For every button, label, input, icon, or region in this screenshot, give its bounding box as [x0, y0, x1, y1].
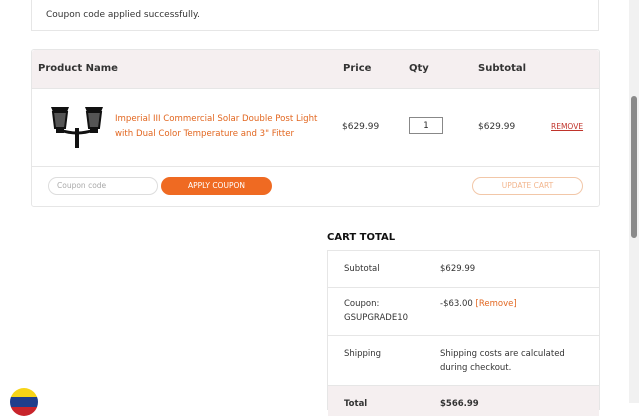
coupon-amount: -$63.00: [440, 299, 473, 309]
coupon-notice: Coupon code applied successfully.: [31, 0, 599, 31]
cart-actions: Coupon code APPLY COUPON UPDATE CART: [32, 167, 599, 207]
item-price: $629.99: [342, 122, 380, 132]
total-row: Total $566.99: [328, 386, 599, 416]
remove-item-link[interactable]: REMOVE: [551, 122, 583, 131]
coupon-discount-value: -$63.00 [Remove]: [440, 297, 517, 311]
coupon-remove-link[interactable]: [Remove]: [476, 299, 517, 309]
shipping-note: Shipping costs are calculated during che…: [440, 349, 565, 373]
flag-icon: [10, 388, 38, 416]
product-thumbnail[interactable]: [50, 106, 104, 148]
item-subtotal: $629.99: [478, 122, 516, 132]
header-qty: Qty: [409, 63, 429, 74]
header-subtotal: Subtotal: [478, 63, 527, 74]
country-flag-badge[interactable]: [10, 388, 38, 416]
total-label: Total: [344, 399, 368, 409]
quantity-input[interactable]: 1: [409, 117, 443, 134]
update-cart-button[interactable]: UPDATE CART: [472, 177, 583, 195]
cart-table-header: Product Name Price Qty Subtotal: [32, 50, 599, 89]
shipping-label: Shipping: [344, 349, 382, 359]
product-name-link[interactable]: Imperial III Commercial Solar Double Pos…: [115, 112, 320, 142]
coupon-row: Coupon: GSUPGRADE10 -$63.00 [Remove]: [328, 288, 599, 336]
scrollbar-thumb[interactable]: [631, 96, 637, 238]
header-price: Price: [343, 63, 372, 74]
cart-table: Product Name Price Qty Subtotal Imperial…: [31, 49, 600, 207]
apply-coupon-button[interactable]: APPLY COUPON: [161, 177, 272, 195]
header-product-name: Product Name: [38, 63, 118, 74]
cart-totals-table: Subtotal $629.99 Coupon: GSUPGRADE10 -$6…: [327, 250, 600, 416]
subtotal-label: Subtotal: [344, 264, 380, 274]
total-value: $566.99: [440, 399, 479, 409]
notice-text: Coupon code applied successfully.: [46, 10, 200, 20]
coupon-code-input[interactable]: Coupon code: [48, 177, 158, 195]
subtotal-value: $629.99: [440, 264, 476, 274]
cart-total-title: CART TOTAL: [327, 232, 396, 243]
subtotal-row: Subtotal $629.99: [328, 251, 599, 288]
page-scrollbar[interactable]: [629, 0, 639, 403]
cart-row: Imperial III Commercial Solar Double Pos…: [32, 88, 599, 167]
coupon-label: Coupon:: [344, 299, 380, 309]
shipping-row: Shipping Shipping costs are calculated d…: [328, 336, 599, 386]
coupon-code: GSUPGRADE10: [344, 313, 409, 323]
